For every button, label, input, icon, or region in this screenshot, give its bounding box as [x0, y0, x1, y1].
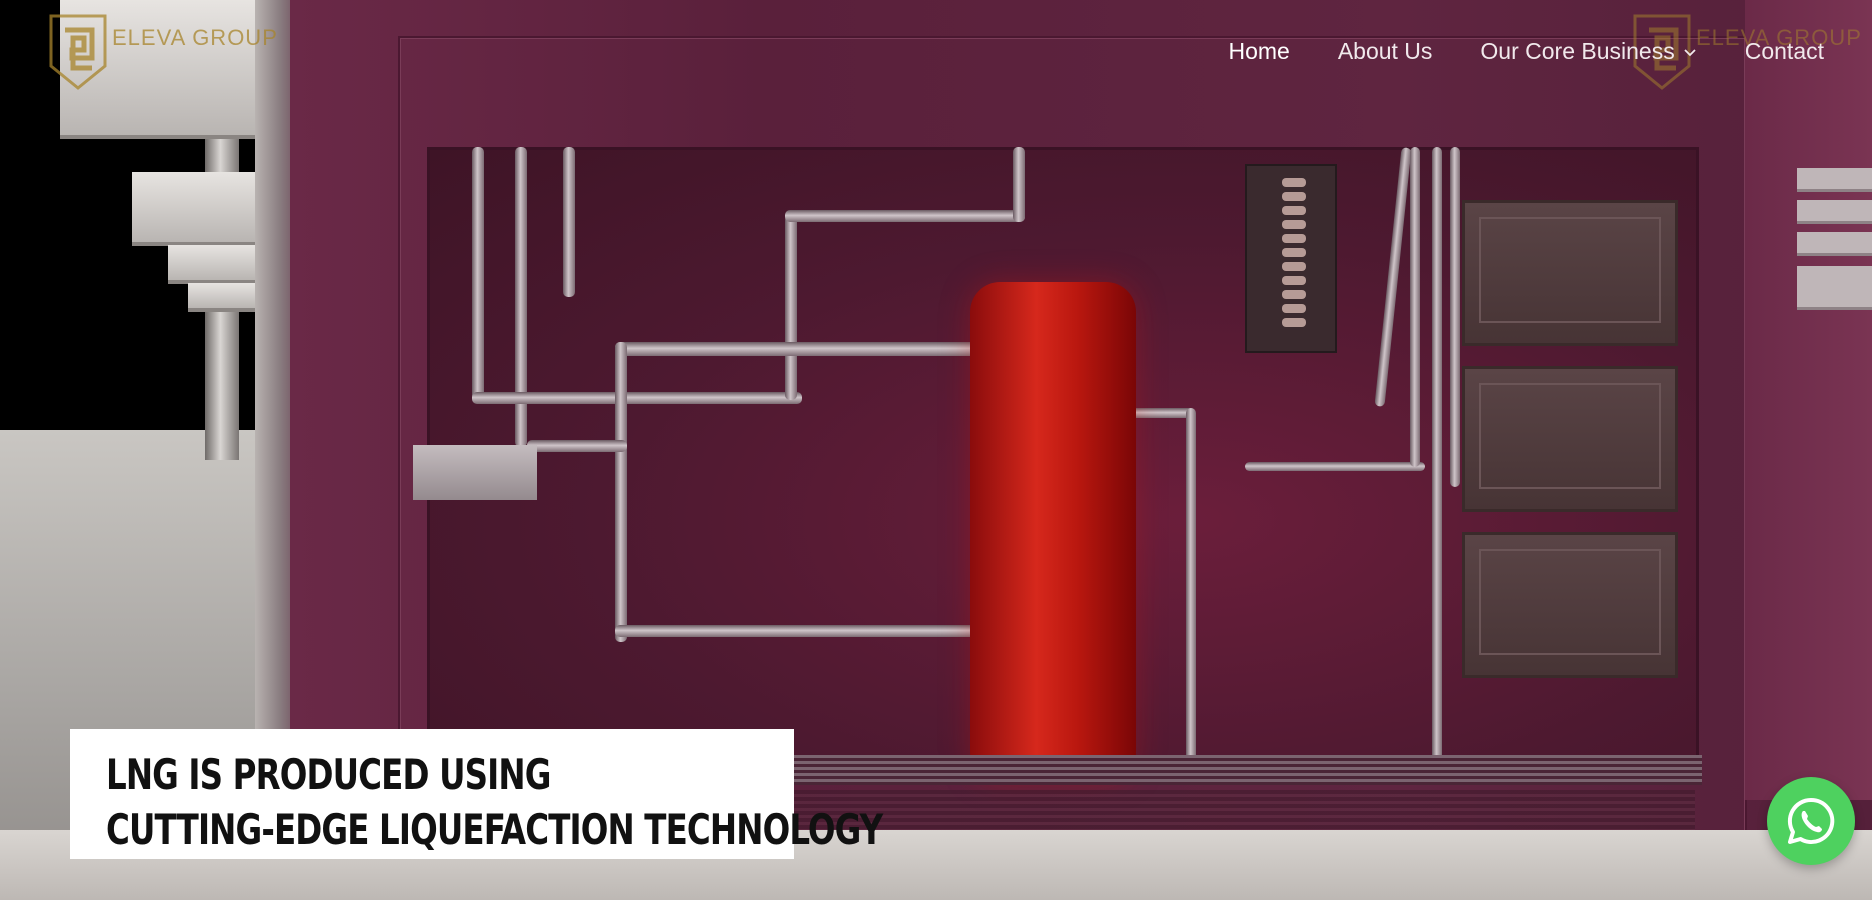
pipe [1450, 147, 1460, 487]
chevron-down-icon [1684, 48, 1696, 56]
pipe [785, 210, 1025, 222]
pipe [615, 342, 975, 356]
main-nav: Home About Us Our Core Business Contact [1228, 38, 1824, 65]
junction-box [413, 445, 537, 500]
vent-slat [1797, 168, 1872, 192]
vent-slat [1797, 266, 1872, 310]
nav-about-us[interactable]: About Us [1338, 38, 1433, 65]
brand-name: ELEVA GROUP [112, 25, 278, 50]
vent-slat [1797, 200, 1872, 224]
whatsapp-icon [1787, 797, 1835, 844]
stair-step [132, 172, 260, 242]
stair-step [168, 245, 258, 280]
nav-our-core-business[interactable]: Our Core Business [1480, 38, 1696, 65]
pipe [563, 147, 575, 297]
pipe [1432, 147, 1442, 767]
caption-line-1: LNG IS PRODUCED USING [106, 750, 551, 799]
nav-contact[interactable]: Contact [1745, 38, 1824, 65]
eleva-shield-logo-icon [48, 14, 108, 90]
vent-slat [1797, 232, 1872, 256]
container-right-wall [1745, 0, 1872, 800]
electrical-cabinet [1462, 366, 1678, 512]
stair-step [188, 283, 258, 308]
pipe [615, 625, 975, 637]
pipe [527, 440, 627, 452]
pipe [472, 147, 484, 402]
nav-home[interactable]: Home [1228, 38, 1289, 65]
pipe [1245, 462, 1425, 471]
hero-caption: LNG IS PRODUCED USING CUTTING-EDGE LIQUE… [70, 729, 883, 859]
pipe [1410, 147, 1420, 467]
electrical-cabinet [1462, 532, 1678, 678]
pipe [472, 392, 802, 404]
pipe [1013, 147, 1025, 222]
pipe [615, 342, 627, 642]
pipe [785, 215, 797, 400]
caption-line-2: CUTTING-EDGE LIQUEFACTION TECHNOLOGY [106, 805, 883, 854]
red-lng-tank [970, 282, 1136, 782]
gauge-panel [1245, 164, 1337, 353]
electrical-cabinet [1462, 200, 1678, 346]
brand-logo[interactable]: ELEVA GROUP [48, 14, 278, 90]
pipe [1186, 408, 1196, 778]
site-header: ELEVA GROUP ELEVA GROUP Home About Us Ou… [0, 0, 1872, 110]
nav-our-core-business-label: Our Core Business [1480, 38, 1675, 64]
whatsapp-button[interactable] [1767, 777, 1855, 865]
